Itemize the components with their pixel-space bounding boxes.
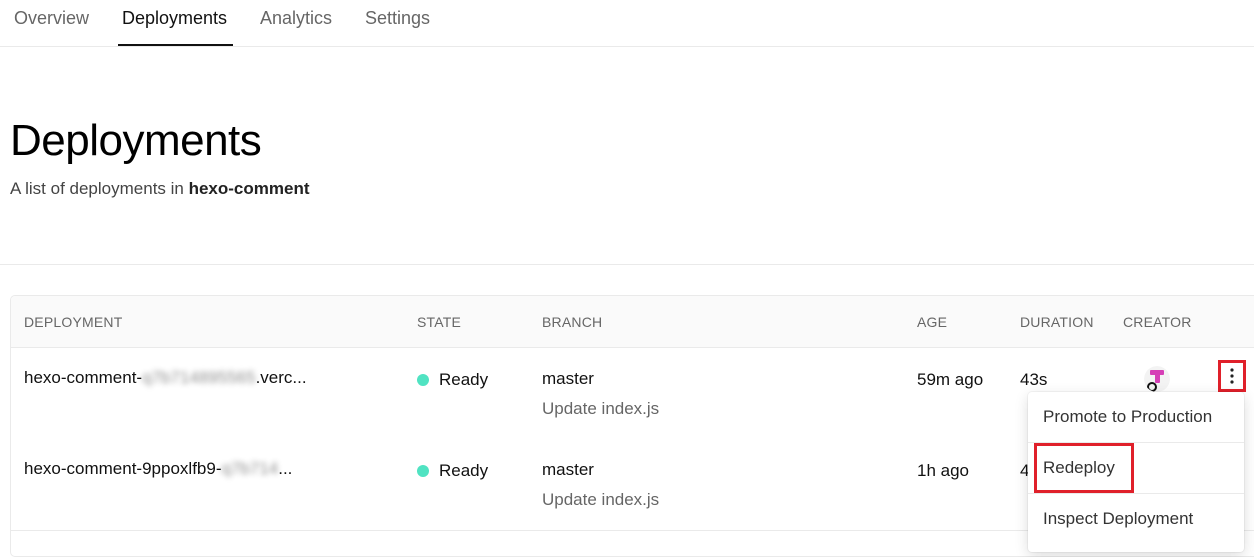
menu-item-label: Redeploy <box>1043 458 1115 477</box>
deployment-name-suffix: ... <box>278 459 293 478</box>
page-title: Deployments <box>10 116 262 165</box>
section-divider <box>0 264 1254 265</box>
deployment-age: 59m ago <box>917 370 984 389</box>
branch-name[interactable]: master <box>542 459 594 481</box>
ready-status-dot <box>417 465 429 477</box>
tab-deployments[interactable]: Deployments <box>122 7 227 29</box>
branch-name[interactable]: master <box>542 368 594 390</box>
column-header-age: AGE <box>917 314 948 330</box>
menu-item-label: Promote to Production <box>1043 407 1213 426</box>
commit-message[interactable]: Update index.js <box>542 398 659 420</box>
menu-item-inspect-deployment[interactable]: Inspect Deployment <box>1028 494 1244 544</box>
avatar-icon <box>1144 366 1170 392</box>
deployment-actions-menu: Promote to Production Redeploy Inspect D… <box>1028 392 1244 552</box>
creator-avatar[interactable] <box>1144 366 1170 392</box>
active-tab-underline <box>118 44 233 46</box>
more-actions-button[interactable] <box>1218 360 1246 392</box>
table-header: DEPLOYMENT STATE BRANCH AGE DURATION CRE… <box>11 296 1254 348</box>
deployment-name-suffix: .verc... <box>255 368 307 387</box>
column-header-duration: DURATION <box>1020 314 1094 330</box>
column-header-deployment: DEPLOYMENT <box>24 314 123 330</box>
deployment-name-prefix: hexo-comment-9ppoxlfb9- <box>24 459 222 478</box>
deployment-state: Ready <box>439 370 489 389</box>
subtitle-text: A list of deployments in <box>10 179 189 198</box>
deployment-name[interactable]: hexo-comment-9ppoxlfb9-q7b714... <box>24 458 292 480</box>
menu-item-redeploy[interactable]: Redeploy <box>1028 443 1244 493</box>
tab-analytics[interactable]: Analytics <box>260 7 332 29</box>
project-tabs: Overview Deployments Analytics Settings <box>0 0 1254 47</box>
deployment-name-redacted: q7b714895565 <box>142 368 256 387</box>
deployment-duration: 43s <box>1020 370 1048 389</box>
tab-overview[interactable]: Overview <box>14 7 89 29</box>
deployment-name[interactable]: hexo-comment-q7b714895565.verc... <box>24 367 307 389</box>
more-vertical-icon <box>1230 368 1234 384</box>
deployment-age: 1h ago <box>917 461 969 480</box>
page-subtitle: A list of deployments in hexo-comment <box>10 178 310 200</box>
column-header-branch: BRANCH <box>542 314 603 330</box>
deployment-name-prefix: hexo-comment- <box>24 368 143 387</box>
commit-message[interactable]: Update index.js <box>542 489 659 511</box>
menu-item-promote-to-production[interactable]: Promote to Production <box>1028 392 1244 442</box>
project-name: hexo-comment <box>188 179 310 198</box>
column-header-creator: CREATOR <box>1123 314 1192 330</box>
menu-item-label: Inspect Deployment <box>1043 509 1194 528</box>
ready-status-dot <box>417 374 429 386</box>
column-header-state: STATE <box>417 314 462 330</box>
tab-settings[interactable]: Settings <box>365 7 430 29</box>
deployment-name-redacted: q7b714 <box>221 459 279 478</box>
deployment-state: Ready <box>439 461 489 480</box>
